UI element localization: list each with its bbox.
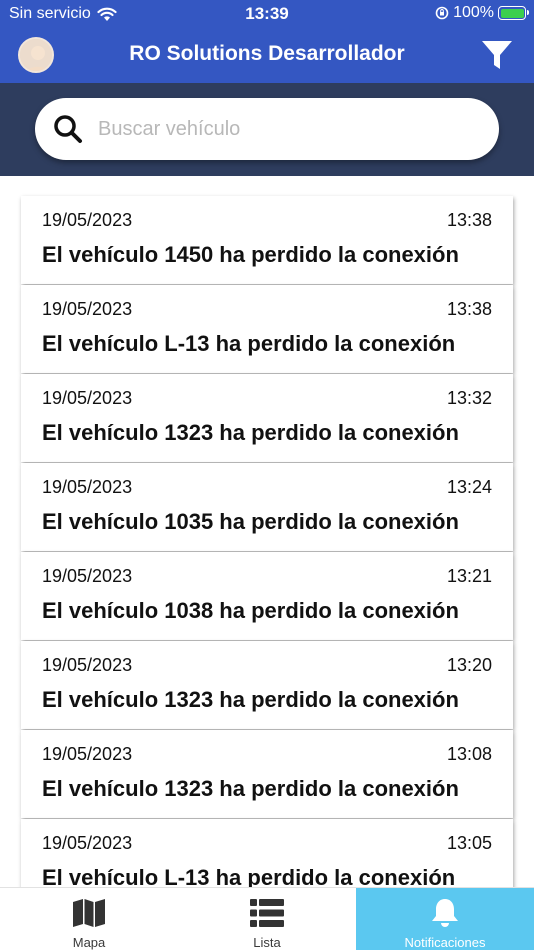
notification-message: El vehículo 1323 ha perdido la conexión [42, 687, 459, 712]
notification-message: El vehículo 1038 ha perdido la conexión [42, 598, 459, 623]
notification-message: El vehículo L-13 ha perdido la conexión [42, 331, 456, 356]
notification-item[interactable]: 19/05/2023 13:38 El vehículo 1450 ha per… [21, 196, 513, 284]
notification-item[interactable]: 19/05/2023 13:21 El vehículo 1038 ha per… [21, 552, 513, 640]
page-title: RO Solutions Desarrollador [129, 42, 405, 65]
search-input[interactable] [98, 117, 458, 141]
notification-message: El vehículo 1323 ha perdido la conexión [42, 420, 459, 445]
tab-lista[interactable]: Lista [178, 888, 356, 950]
search-icon [54, 115, 82, 143]
notification-time: 13:32 [446, 388, 492, 408]
search-area [0, 83, 534, 176]
tab-mapa[interactable]: Mapa [0, 888, 178, 950]
orientation-lock-icon [435, 6, 449, 20]
battery-icon [498, 6, 529, 20]
notification-date: 19/05/2023 [42, 833, 133, 853]
app-header: RO Solutions Desarrollador [0, 28, 534, 83]
notification-list[interactable]: 19/05/2023 13:38 El vehículo 1450 ha per… [0, 176, 534, 887]
notification-message: El vehículo 1035 ha perdido la conexión [42, 509, 459, 534]
notification-item[interactable]: 19/05/2023 13:05 El vehículo L-13 ha per… [21, 819, 513, 887]
notification-item[interactable]: 19/05/2023 13:38 El vehículo L-13 ha per… [21, 285, 513, 373]
filter-icon [482, 41, 512, 69]
notification-date: 19/05/2023 [42, 744, 133, 764]
notification-message: El vehículo L-13 ha perdido la conexión [42, 865, 456, 887]
tab-notificaciones-label: Notificaciones [404, 935, 486, 950]
notification-time: 13:21 [446, 566, 492, 586]
status-right: 100% [435, 4, 529, 22]
notification-message: El vehículo 1323 ha perdido la conexión [42, 776, 459, 801]
tab-notificaciones[interactable]: Notificaciones [356, 888, 534, 950]
map-icon [73, 899, 105, 927]
notification-time: 13:38 [446, 210, 492, 230]
notification-date: 19/05/2023 [42, 388, 133, 408]
status-bar: Sin servicio 13:39 100% [0, 0, 534, 28]
notification-item[interactable]: 19/05/2023 13:24 El vehículo 1035 ha per… [21, 463, 513, 551]
notification-date: 19/05/2023 [42, 655, 133, 675]
notification-date: 19/05/2023 [42, 299, 133, 319]
notification-date: 19/05/2023 [42, 477, 133, 497]
tab-mapa-label: Mapa [72, 935, 106, 950]
notification-time: 13:24 [446, 477, 492, 497]
notification-time: 13:05 [446, 833, 492, 853]
notification-date: 19/05/2023 [42, 210, 133, 230]
notification-item[interactable]: 19/05/2023 13:20 El vehículo 1323 ha per… [21, 641, 513, 729]
notification-time: 13:08 [446, 744, 492, 764]
search-box[interactable] [35, 98, 499, 160]
notification-item[interactable]: 19/05/2023 13:32 El vehículo 1323 ha per… [21, 374, 513, 462]
battery-percent: 100% [453, 4, 494, 21]
list-icon [250, 899, 284, 927]
notification-date: 19/05/2023 [42, 566, 133, 586]
filter-button[interactable] [480, 38, 514, 72]
notification-item[interactable]: 19/05/2023 13:08 El vehículo 1323 ha per… [21, 730, 513, 818]
tab-lista-label: Lista [253, 935, 281, 950]
notification-time: 13:38 [446, 299, 492, 319]
bell-icon [432, 899, 458, 927]
notification-message: El vehículo 1450 ha perdido la conexión [42, 242, 459, 267]
bottom-tab-bar: Mapa Lista Notificaciones [0, 887, 534, 950]
notification-time: 13:20 [446, 655, 492, 675]
